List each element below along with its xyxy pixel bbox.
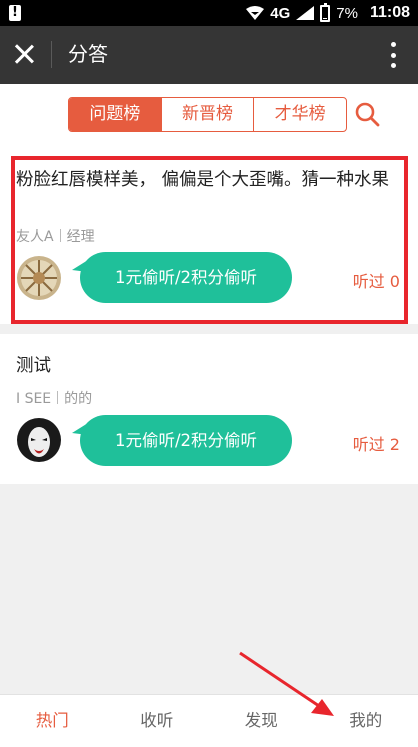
listen-button[interactable]: 1元偷听/2积分偷听 [72,252,292,303]
tab-talent-ranking[interactable]: 才华榜 [253,98,346,131]
asker-role: 经理 [66,229,95,245]
page-title: 分答 [68,42,108,66]
battery-percent: 7% [336,4,358,22]
heard-count: 听过 2 [352,435,400,454]
status-indicators: 4G 7% 11:08 [246,0,410,26]
search-icon[interactable] [354,101,380,127]
tab-new-ranking[interactable]: 新晋榜 [160,98,254,131]
heard-count: 听过 0 [352,272,400,291]
alert-icon: ! [9,5,21,21]
question-card[interactable]: 测试 I SEE 的的 1元偷听/2积分偷听 听过 2 [0,334,418,484]
bottom-nav: 热门 收听 发现 我的 [0,694,418,747]
status-bar: ! 4G 7% 11:08 [0,0,418,26]
battery-icon [320,2,331,22]
more-menu-button[interactable] [390,42,396,68]
network-type: 4G [270,4,291,22]
question-text: 粉脸红唇模样美， 偏偏是个大歪嘴。猜一种水果 [16,170,390,190]
nav-discover[interactable]: 发现 [209,695,314,747]
avatar[interactable] [17,418,61,462]
clock: 11:08 [369,4,410,21]
ranking-tabs-bar: 问题榜 新晋榜 才华榜 [0,84,418,150]
asker-info: I SEE 的的 [16,388,92,408]
asker-name: 友人A [16,229,54,245]
nav-hot[interactable]: 热门 [0,695,105,747]
signal-icon [296,6,315,20]
question-card[interactable]: 粉脸红唇模样美， 偏偏是个大歪嘴。猜一种水果 友人A 经理 1元偷听/2积分偷听 … [0,150,418,324]
title-divider [51,41,52,68]
wifi-icon [246,6,265,20]
tab-question-ranking[interactable]: 问题榜 [69,98,161,131]
nav-mine[interactable]: 我的 [314,695,418,747]
close-button[interactable] [12,42,36,66]
asker-role: 的的 [64,391,93,407]
asker-info: 友人A 经理 [16,226,95,246]
ranking-tabs: 问题榜 新晋榜 才华榜 [68,97,347,132]
asker-name: I SEE [16,391,52,407]
question-text: 测试 [16,356,51,376]
nav-subscribed[interactable]: 收听 [105,695,210,747]
listen-button[interactable]: 1元偷听/2积分偷听 [72,415,292,466]
title-bar: 分答 [0,26,418,84]
avatar[interactable] [17,256,61,300]
